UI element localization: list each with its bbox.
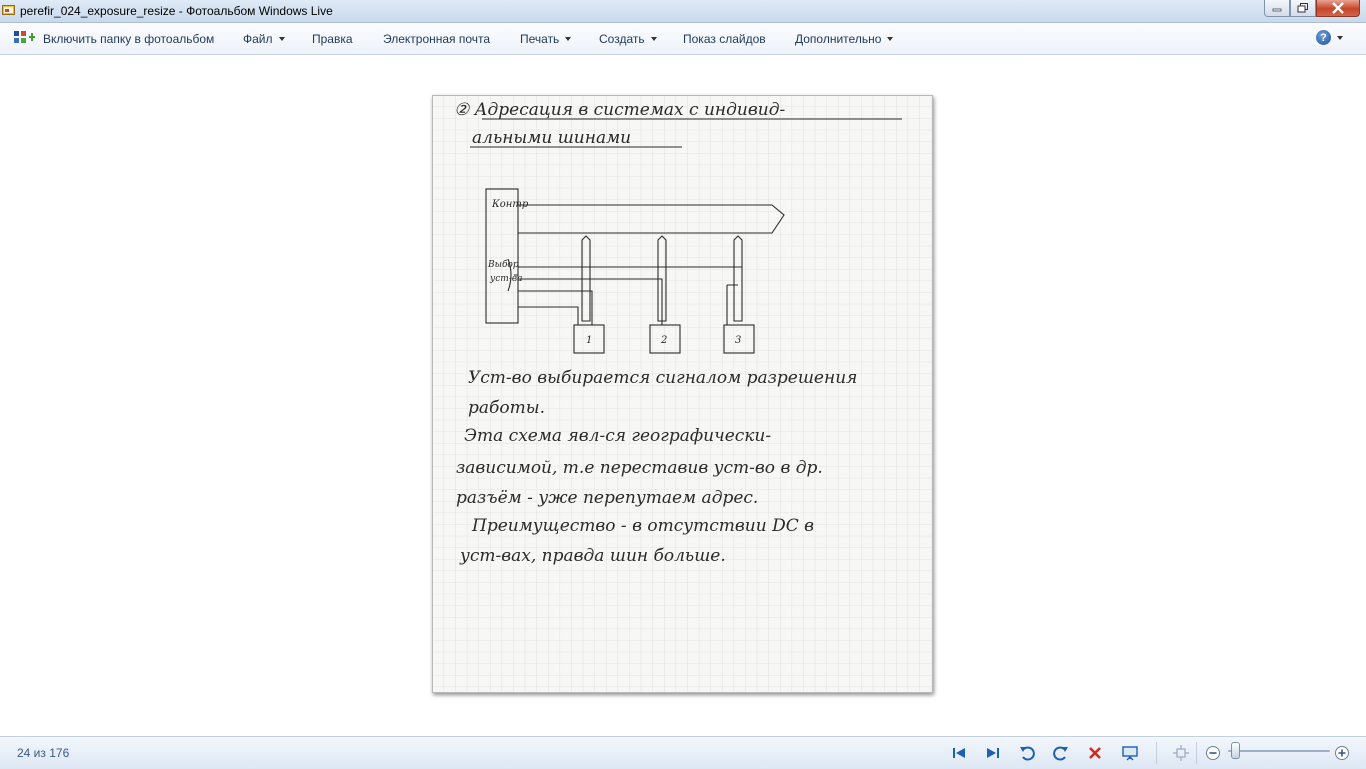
previous-icon[interactable] bbox=[951, 745, 967, 761]
zoom-in-icon[interactable] bbox=[1334, 745, 1350, 761]
extras-menu[interactable]: Дополнительно bbox=[795, 32, 894, 46]
diagram-device-3: 3 bbox=[735, 335, 741, 346]
chevron-down-icon bbox=[565, 37, 572, 41]
diagram-device-2: 2 bbox=[660, 335, 667, 346]
note-line-2: работы. bbox=[468, 398, 545, 418]
photo[interactable]: ② Адресация в системах с индивид- альным… bbox=[432, 95, 933, 693]
print-menu-label: Печать bbox=[520, 32, 560, 46]
note-line-1: Уст-во выбирается сигналом разрешения bbox=[468, 368, 857, 388]
heading-line1: ② Адресация в системах с индивид- bbox=[454, 100, 785, 120]
title-bar: perefir_024_exposure_resize - Фотоальбом… bbox=[0, 0, 1366, 23]
slideshow-icon[interactable] bbox=[1122, 745, 1138, 761]
extras-menu-label: Дополнительно bbox=[795, 32, 882, 46]
photo-gallery-app-icon bbox=[2, 5, 15, 15]
close-icon bbox=[1332, 2, 1344, 14]
restore-icon bbox=[1297, 3, 1308, 13]
include-folder-icon bbox=[14, 31, 35, 43]
diagram-label-select-2: уст-ва bbox=[489, 274, 522, 284]
status-separator bbox=[1196, 742, 1197, 764]
photo-counter: 24 из 176 bbox=[17, 746, 70, 760]
help-icon: ? bbox=[1316, 30, 1331, 45]
note-line-7: уст-вах, правда шин больше. bbox=[459, 546, 726, 566]
chevron-down-icon bbox=[1337, 35, 1343, 40]
file-menu-label: Файл bbox=[243, 32, 273, 46]
diagram-device-1: 1 bbox=[586, 335, 592, 346]
note-line-4: зависимой, т.е переставив уст-во в др. bbox=[456, 458, 823, 478]
include-folder-button[interactable]: Включить папку в фотоальбом bbox=[43, 32, 214, 46]
next-icon[interactable] bbox=[985, 745, 1001, 761]
chevron-down-icon bbox=[887, 37, 894, 41]
zoom-slider-thumb[interactable] bbox=[1231, 742, 1240, 759]
email-button[interactable]: Электронная почта bbox=[383, 32, 490, 46]
create-menu-label: Создать bbox=[599, 32, 645, 46]
note-line-3: Эта схема явл-ся географически- bbox=[464, 426, 771, 446]
rotate-left-icon[interactable] bbox=[1019, 745, 1035, 761]
notebook-page-image: ② Адресация в системах с индивид- альным… bbox=[432, 95, 933, 693]
slideshow-button[interactable]: Показ слайдов bbox=[683, 32, 766, 46]
note-line-6: Преимущество - в отсутствии DC в bbox=[471, 516, 814, 536]
chevron-down-icon bbox=[278, 37, 285, 41]
heading-line2: альными шинами bbox=[472, 128, 631, 148]
minimize-button[interactable] bbox=[1264, 0, 1290, 17]
minimize-icon bbox=[1272, 8, 1282, 12]
restore-button[interactable] bbox=[1290, 0, 1316, 17]
window-controls bbox=[1264, 0, 1360, 18]
file-menu[interactable]: Файл bbox=[243, 32, 285, 46]
note-line-5: разъём - уже перепутаем адрес. bbox=[456, 488, 758, 508]
help-button[interactable]: ? bbox=[1316, 30, 1343, 45]
status-separator bbox=[1156, 742, 1157, 764]
fit-window-icon[interactable] bbox=[1173, 745, 1189, 761]
print-menu[interactable]: Печать bbox=[520, 32, 572, 46]
close-button[interactable] bbox=[1316, 0, 1360, 17]
create-menu[interactable]: Создать bbox=[599, 32, 657, 46]
zoom-slider-track[interactable] bbox=[1228, 750, 1330, 752]
diagram-label-controller: Контр bbox=[491, 199, 529, 210]
rotate-right-icon[interactable] bbox=[1053, 745, 1069, 761]
edit-menu[interactable]: Правка bbox=[312, 32, 353, 46]
window-title: perefir_024_exposure_resize - Фотоальбом… bbox=[20, 4, 333, 18]
diagram-label-select-1: Выбор bbox=[487, 259, 519, 270]
delete-icon[interactable] bbox=[1087, 745, 1103, 761]
status-bar: 24 из 176 bbox=[0, 736, 1366, 769]
chevron-down-icon bbox=[650, 37, 657, 41]
zoom-out-icon[interactable] bbox=[1205, 745, 1221, 761]
